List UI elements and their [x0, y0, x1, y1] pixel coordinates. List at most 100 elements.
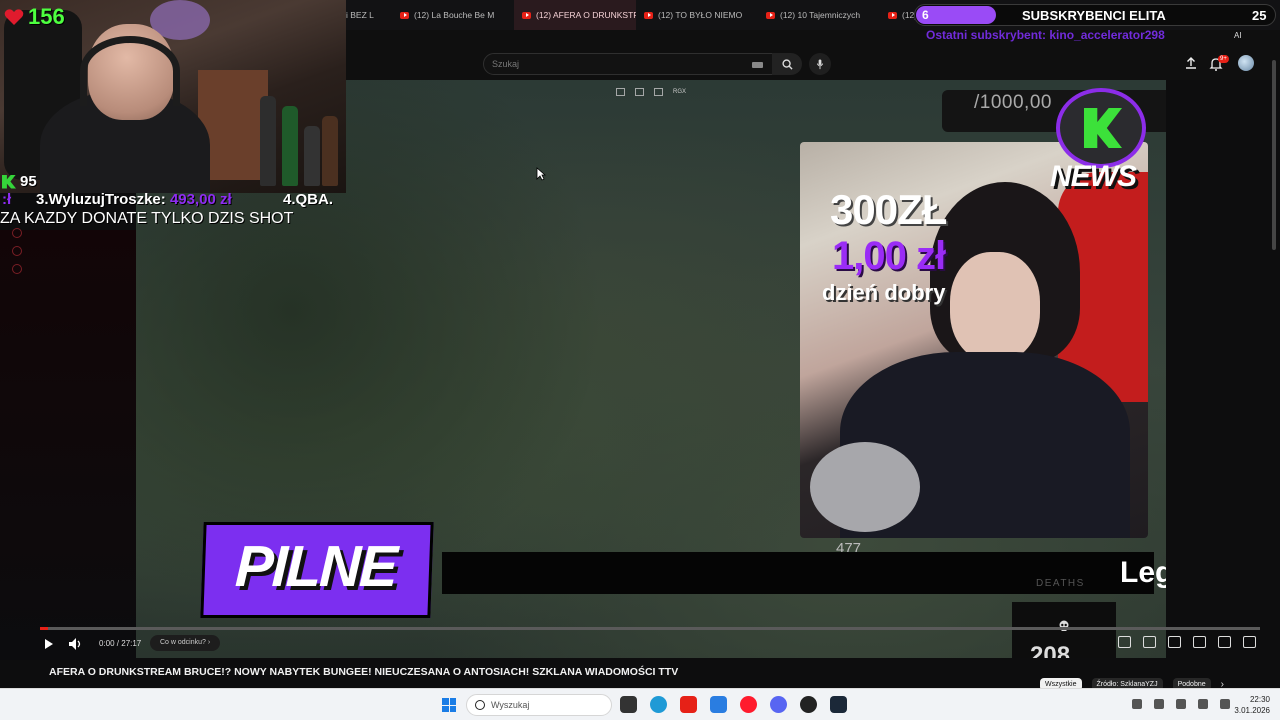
steam-tool-icon[interactable] [800, 696, 817, 713]
donor-amount: 493,00 zł [169, 191, 232, 208]
browser-tab[interactable]: i BEZ L [346, 0, 392, 30]
voice-search-button[interactable] [809, 53, 831, 75]
speaker-icon[interactable] [1220, 699, 1230, 709]
clock-time: 22:30 [1249, 695, 1270, 704]
sidebar-settings-icon[interactable] [12, 264, 22, 274]
exit-icon[interactable] [635, 88, 644, 96]
sidebar-icons [12, 228, 26, 274]
youtube-icon [766, 11, 775, 19]
subscriber-count-left: 6 [922, 8, 929, 22]
kick-icon [2, 174, 16, 189]
sidebar-history-icon[interactable] [12, 228, 22, 238]
opera-icon[interactable] [740, 696, 757, 713]
lower-third-text: Leg [1120, 556, 1166, 589]
search-input[interactable]: Szukaj [483, 53, 783, 75]
heart-icon [4, 9, 24, 25]
streamer-face [950, 252, 1040, 362]
search-button[interactable] [772, 53, 802, 75]
network-icon[interactable] [1198, 699, 1208, 709]
notification-count-badge: 9+ [1218, 55, 1229, 63]
subtitles-icon[interactable] [1143, 636, 1156, 648]
donation-alert-amount: 300ZŁ [830, 186, 947, 233]
chapter-button[interactable]: Co w odcinku? › [150, 635, 221, 651]
clock[interactable]: 22:30 3.01.2026 [1232, 694, 1270, 716]
ai-button[interactable]: AI [1234, 31, 1242, 40]
video-progress-bar[interactable] [40, 627, 1260, 630]
steam-icon[interactable] [830, 696, 847, 713]
browser-tab[interactable]: (12) TO BYŁO NIEMO [636, 0, 758, 30]
sidebar-playlist-icon[interactable] [12, 246, 22, 256]
heart-counter: 156 [4, 4, 65, 30]
browser-tab[interactable]: (12) 10 Tajemniczych [758, 0, 880, 30]
win-tile [442, 705, 449, 712]
bottle [260, 96, 276, 186]
k-news-logo: NEWS [1050, 88, 1150, 200]
pilne-label: PILNE [233, 534, 398, 599]
win-tile [449, 698, 456, 705]
headphones [80, 36, 180, 106]
miniplayer-controls: RGX [616, 88, 686, 96]
upload-icon[interactable] [1184, 56, 1198, 70]
browser-tab-active[interactable]: (12) AFERA O DRUNKSTRI [514, 0, 636, 30]
volume-icon[interactable] [68, 637, 82, 651]
mouse-cursor-icon [536, 167, 546, 181]
tab-label: (12) 10 Tajemniczych [780, 10, 861, 20]
youtube-icon [644, 11, 653, 19]
youtube-icon [400, 11, 409, 19]
cast-icon[interactable] [1218, 636, 1231, 648]
streamer-arm [810, 442, 920, 532]
tab-label: (12) AFERA O DRUNKSTRI [536, 10, 636, 20]
skull-icon [1059, 620, 1069, 631]
bottles [258, 86, 340, 186]
autoplay-toggle-icon[interactable] [1118, 636, 1131, 648]
subscriber-bar-label: SUBSKRYBENCI ELITA [1022, 8, 1166, 23]
fullscreen-icon[interactable] [1243, 636, 1256, 648]
donor-entry: 3.WyluzujTroszke: 493,00 zł [36, 191, 232, 208]
theater-mode-icon[interactable] [1193, 636, 1206, 648]
stream-ticker-text: ZA KAZDY DONATE TYLKO DZIS SHOT [0, 210, 294, 227]
microphone-icon[interactable] [1176, 699, 1186, 709]
webcam-overlay: 156 [0, 0, 346, 193]
search-icon [781, 58, 793, 70]
pilne-banner: PILNE [200, 522, 434, 618]
chevron-up-icon[interactable] [1132, 699, 1142, 709]
copy-icon[interactable] [616, 88, 625, 96]
play-icon[interactable] [44, 638, 54, 650]
windows-start-icon[interactable] [442, 698, 456, 712]
last-subscriber: Ostatni subskrybent: kino_accelerator298 [926, 28, 1165, 42]
mini-label: RGX [673, 89, 687, 95]
search-placeholder: Szukaj [492, 59, 520, 69]
taskbar-search-input[interactable]: Wyszukaj [466, 694, 612, 716]
task-view-icon[interactable] [620, 696, 637, 713]
sidebar-background [0, 230, 136, 660]
discord-icon[interactable] [770, 696, 787, 713]
page-scrollbar[interactable] [1272, 60, 1276, 250]
tab-label: (12) TO BYŁO NIEMO [658, 10, 743, 20]
avatar[interactable] [1238, 55, 1254, 71]
edge-icon[interactable] [650, 696, 667, 713]
keyboard-icon[interactable] [752, 62, 763, 68]
kick-viewer-count: 95 [20, 173, 37, 190]
youtube-icon [888, 11, 897, 19]
win-tile [449, 705, 456, 712]
skip-icon[interactable] [654, 88, 663, 96]
top-donors-ticker: :ł 3.WyluzujTroszke: 493,00 zł 4.QBA. [0, 191, 346, 209]
video-time: 0:00 / 27:17 [99, 639, 142, 648]
donor-name: 3.WyluzujTroszke: [36, 191, 166, 208]
settings-gear-icon[interactable] [1168, 636, 1181, 648]
bottle [322, 116, 338, 186]
browser-tab[interactable]: (12) La Bouche Be M [392, 0, 514, 30]
cloud-icon[interactable] [1154, 699, 1164, 709]
windows-taskbar: Wyszukaj 22:30 3.01.2026 [0, 688, 1280, 720]
search-icon [475, 700, 485, 710]
donation-alert-value: 1,00 zł [832, 234, 946, 278]
bottle [304, 126, 320, 186]
screen: i BEZ L (12) La Bouche Be M (12) AFERA O… [0, 0, 1280, 720]
heart-count: 156 [28, 4, 65, 29]
donation-goal-text: /1000,00 [974, 92, 1052, 113]
snipping-tool-icon[interactable] [710, 696, 727, 713]
tab-label: (12) La Bouche Be M [414, 10, 495, 20]
taskbar-apps [620, 696, 847, 713]
donation-alert-message: dzień dobry [822, 280, 946, 305]
youtube-app-icon[interactable] [680, 696, 697, 713]
